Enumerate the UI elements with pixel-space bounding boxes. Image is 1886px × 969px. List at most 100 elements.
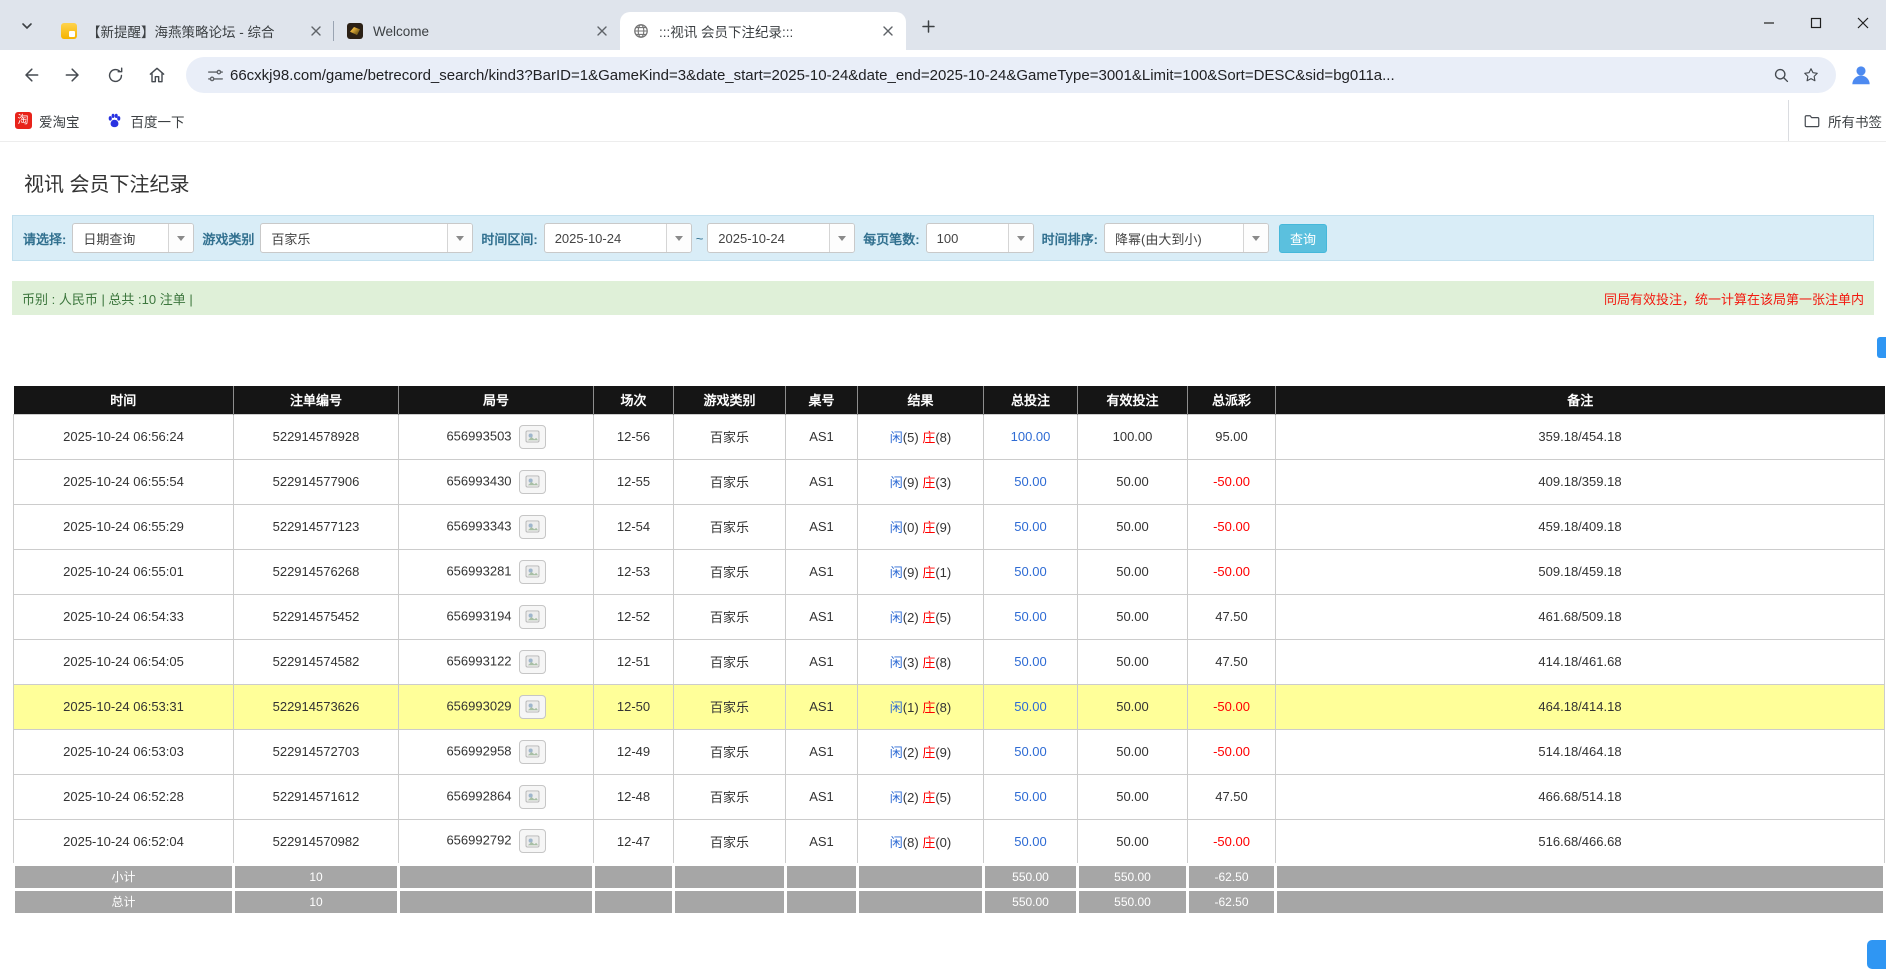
game-type: 百家乐 [674,684,786,729]
zoom-icon[interactable] [1766,60,1796,90]
video-replay-button[interactable] [519,785,546,809]
date-start-select[interactable]: 2025-10-24 [544,223,692,253]
tab-close-button[interactable] [592,21,612,41]
table-number: AS1 [786,414,858,459]
per-page-select[interactable]: 100 [926,223,1034,253]
session-number: 12-56 [594,414,674,459]
new-tab-button[interactable] [914,12,942,40]
date-end-select[interactable]: 2025-10-24 [707,223,855,253]
maximize-button[interactable] [1792,0,1839,46]
payout: 95.00 [1188,414,1276,459]
session-number: 12-51 [594,639,674,684]
video-replay-button[interactable] [519,829,546,853]
bet-time: 2025-10-24 06:54:05 [14,639,234,684]
valid-bet: 50.00 [1078,729,1188,774]
total-bet-link[interactable]: 50.00 [984,549,1078,594]
back-button[interactable] [14,58,48,92]
tab-close-button[interactable] [306,21,326,41]
close-icon [1857,17,1869,29]
video-replay-button[interactable] [519,560,546,584]
table-number: AS1 [786,594,858,639]
minimize-button[interactable] [1745,0,1792,46]
round-number: 656992864 [399,774,594,819]
video-replay-button[interactable] [519,470,546,494]
bet-table-body: 2025-10-24 06:56:24522914578928656993503… [14,414,1885,864]
video-replay-button[interactable] [519,425,546,449]
remark: 466.68/514.18 [1276,774,1885,819]
col-game-type: 游戏类别 [674,386,786,414]
page-title: 视讯 会员下注纪录 [24,168,1886,197]
bet-time: 2025-10-24 06:55:54 [14,459,234,504]
game-result: 闲(2) 庄(9) [858,729,984,774]
remark: 414.18/461.68 [1276,639,1885,684]
query-type-select[interactable]: 日期查询 [72,223,194,253]
total-bet-link[interactable]: 50.00 [984,819,1078,864]
total-row-empty-remark [1276,889,1885,914]
tab-betrecord[interactable]: :::视讯 会员下注纪录::: [620,12,906,50]
url-text[interactable]: 66cxkj98.com/game/betrecord_search/kind3… [230,67,1766,84]
search-button[interactable]: 查询 [1279,224,1327,253]
bookmark-label: 爱淘宝 [39,111,80,131]
all-bookmarks[interactable]: 所有书签 [1788,100,1886,141]
total-bet-link[interactable]: 50.00 [984,594,1078,639]
chevron-down-icon [666,224,691,252]
total-bet-link[interactable]: 50.00 [984,639,1078,684]
bookmark-taobao[interactable]: 淘 爱淘宝 [14,111,80,131]
remark: 509.18/459.18 [1276,549,1885,594]
total-row-empty-session [594,889,674,914]
forward-button[interactable] [56,58,90,92]
summary-bar: 币别 : 人民币 | 总共 :10 注单 | 同局有效投注，统一计算在该局第一张… [12,281,1874,315]
floating-side-button[interactable] [1877,337,1886,358]
valid-bet: 50.00 [1078,819,1188,864]
total-bet-link[interactable]: 100.00 [984,414,1078,459]
bet-time: 2025-10-24 06:52:28 [14,774,234,819]
col-table-no: 桌号 [786,386,858,414]
round-number: 656993281 [399,549,594,594]
session-number: 12-50 [594,684,674,729]
total-row-payout: -62.50 [1188,889,1276,914]
video-replay-button[interactable] [519,695,546,719]
video-replay-button[interactable] [519,740,546,764]
bookmark-baidu[interactable]: 百度一下 [106,111,185,131]
chevron-down-icon [829,224,854,252]
game-result: 闲(3) 庄(8) [858,639,984,684]
sort-select[interactable]: 降幂(由大到小) [1104,223,1269,253]
video-replay-button[interactable] [519,650,546,674]
tab-forum[interactable]: 【新提醒】海燕策略论坛 - 综合 [48,12,334,50]
back-to-top-button[interactable] [1867,940,1886,969]
home-button[interactable] [140,58,174,92]
bet-time: 2025-10-24 06:53:03 [14,729,234,774]
url-bar[interactable]: 66cxkj98.com/game/betrecord_search/kind3… [186,57,1836,93]
total-bet-link[interactable]: 50.00 [984,774,1078,819]
reload-button[interactable] [98,58,132,92]
remark: 459.18/409.18 [1276,504,1885,549]
total-row-count: 10 [234,889,399,914]
bet-id: 522914573626 [234,684,399,729]
table-row: 2025-10-24 06:52:04522914570982656992792… [14,819,1885,864]
session-number: 12-55 [594,459,674,504]
site-settings-icon[interactable] [200,60,230,90]
game-type-select[interactable]: 百家乐 [260,223,473,253]
remark: 409.18/359.18 [1276,459,1885,504]
total-bet-link[interactable]: 50.00 [984,459,1078,504]
subtotal-row-empty-session [594,864,674,889]
bookmark-star-icon[interactable] [1796,60,1826,90]
total-bet-link[interactable]: 50.00 [984,729,1078,774]
valid-bet: 50.00 [1078,594,1188,639]
payout: -50.00 [1188,549,1276,594]
payout: -50.00 [1188,819,1276,864]
game-type: 百家乐 [674,639,786,684]
tab-welcome[interactable]: Welcome [334,12,620,50]
total-bet-link[interactable]: 50.00 [984,504,1078,549]
total-bet-link[interactable]: 50.00 [984,684,1078,729]
close-window-button[interactable] [1839,0,1886,46]
table-number: AS1 [786,639,858,684]
col-remark: 备注 [1276,386,1885,414]
video-replay-button[interactable] [519,515,546,539]
tab-close-button[interactable] [878,21,898,41]
bet-id: 522914577123 [234,504,399,549]
video-replay-button[interactable] [519,605,546,629]
bet-time: 2025-10-24 06:53:31 [14,684,234,729]
tab-search-button[interactable] [12,11,42,41]
profile-avatar[interactable] [1846,60,1876,90]
